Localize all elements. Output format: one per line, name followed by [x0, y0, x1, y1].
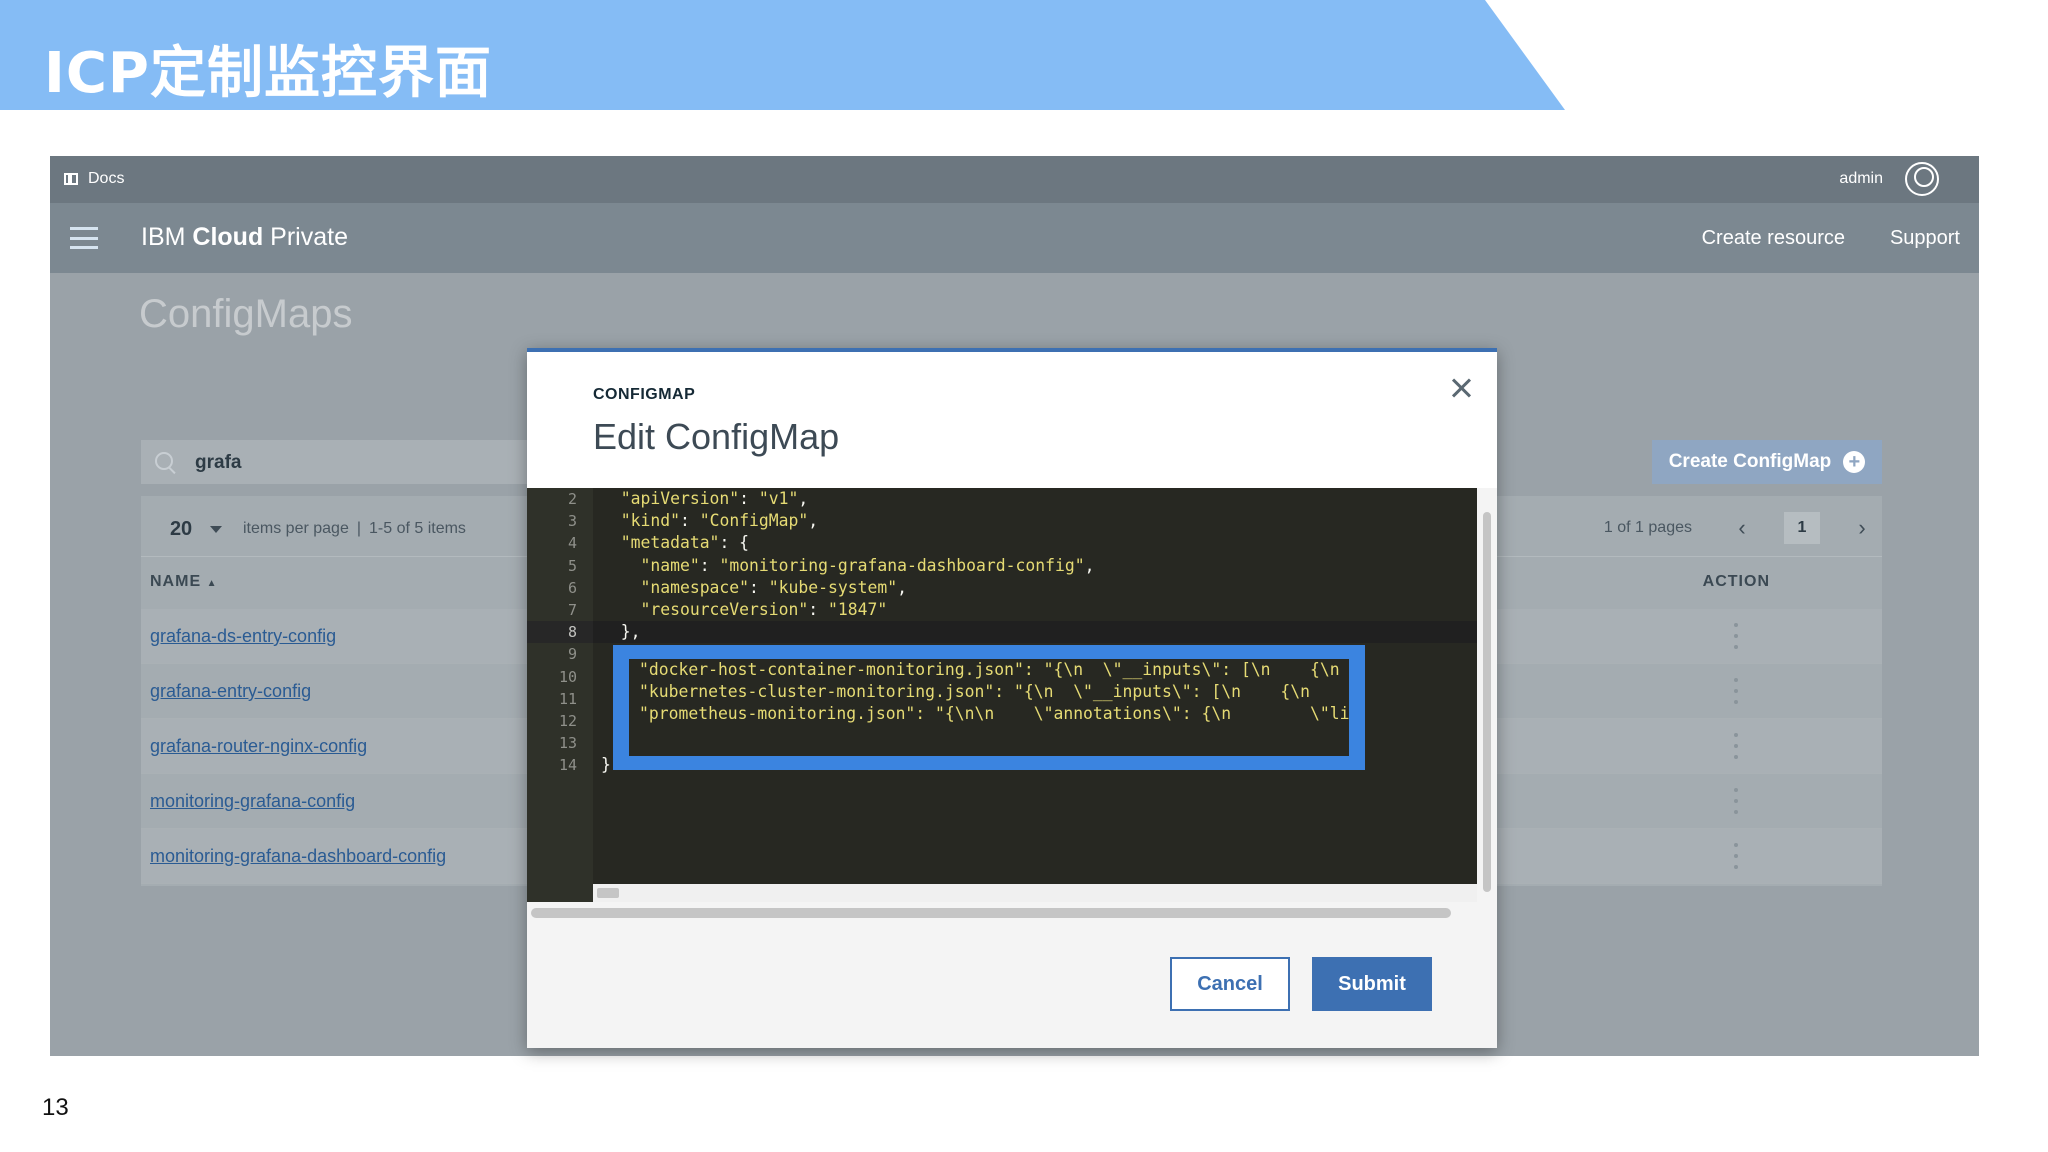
line-number: 2 [567, 490, 577, 508]
create-resource-link[interactable]: Create resource [1702, 227, 1845, 250]
page-title: ConfigMaps [139, 292, 353, 336]
horizontal-scrollbar[interactable] [531, 908, 1451, 918]
pagination-right: 1 of 1 pages ‹ 1 › [1604, 510, 1882, 546]
search-value: grafa [195, 452, 242, 473]
line-number: 7 [567, 600, 577, 619]
slide-title: ICP定制监控界面 [44, 41, 492, 106]
line-number: 4 [567, 534, 577, 553]
cancel-button[interactable]: Cancel [1170, 957, 1290, 1011]
line-number: 14 [558, 756, 577, 775]
line-number: 13 [558, 734, 577, 753]
modal-header: CONFIGMAP Edit ConfigMap [527, 352, 1497, 488]
line-number: 6 [567, 578, 577, 597]
kebab-icon[interactable] [1734, 843, 1738, 869]
items-range: 1-5 of 5 items [369, 520, 466, 537]
column-header-name[interactable]: NAME ▲ [150, 573, 217, 591]
code-line: "name": "monitoring-grafana-dashboard-co… [640, 555, 1095, 575]
kebab-icon[interactable] [1734, 733, 1738, 759]
highlight-callout: "docker-host-container-monitoring.json":… [613, 645, 1365, 770]
pages-label: 1 of 1 pages [1603, 519, 1692, 536]
current-page[interactable]: 1 [1784, 512, 1820, 544]
close-icon[interactable] [1451, 378, 1471, 398]
nav-bar: IBM Cloud Private Create resource Suppor… [50, 203, 1979, 273]
divider: | [356, 520, 361, 537]
search-icon [155, 452, 173, 470]
line-number-gutter: 2 3 4 5 6 7 8 9 10 11 12 13 14 [527, 488, 593, 902]
configmap-link[interactable]: grafana-entry-config [150, 681, 311, 702]
docs-label: Docs [88, 170, 125, 187]
per-page-value: 20 [169, 517, 193, 540]
configmap-link[interactable]: monitoring-grafana-config [150, 791, 355, 812]
chevron-right-icon[interactable]: › [1842, 515, 1882, 541]
modal-title: Edit ConfigMap [593, 416, 840, 457]
brand-logo[interactable]: IBM Cloud Private [141, 223, 348, 252]
line-number: 12 [558, 711, 577, 730]
docs-icon [64, 173, 78, 185]
configmap-link[interactable]: grafana-ds-entry-config [150, 626, 336, 647]
line-number: 3 [567, 512, 577, 531]
highlighted-code: "docker-host-container-monitoring.json":… [629, 659, 1349, 756]
line-number: 11 [558, 689, 577, 708]
user-icon[interactable] [1905, 162, 1939, 196]
sort-up-icon: ▲ [206, 578, 218, 589]
code-line: "resourceVersion": "1847" [640, 599, 888, 619]
docs-link[interactable]: Docs [64, 170, 124, 188]
highlighted-code-line: "kubernetes-cluster-monitoring.json": "{… [639, 682, 1311, 702]
top-bar: Docs admin [50, 156, 1979, 203]
code-line: "apiVersion": "v1", [620, 489, 809, 508]
code-line: "kind": "ConfigMap", [620, 511, 819, 531]
support-link[interactable]: Support [1890, 227, 1960, 250]
highlighted-code-line: "docker-host-container-monitoring.json":… [639, 660, 1340, 679]
plus-icon: + [1843, 451, 1866, 473]
submit-button[interactable]: Submit [1312, 957, 1432, 1011]
code-line: "metadata": { [620, 533, 750, 553]
line-number: 8 [527, 621, 593, 644]
code-line: }, [593, 621, 1477, 644]
line-number: 9 [567, 645, 577, 664]
chevron-left-icon[interactable]: ‹ [1722, 515, 1762, 541]
highlighted-code-line: "prometheus-monitoring.json": "{\n\n \"a… [639, 704, 1349, 724]
user-name[interactable]: admin [1839, 170, 1883, 188]
column-header-action: ACTION [1702, 573, 1770, 590]
chevron-down-icon [210, 525, 223, 533]
search-input[interactable]: grafa [141, 440, 561, 484]
editor-inner-scrollbar[interactable] [593, 884, 1477, 902]
create-configmap-button[interactable]: Create ConfigMap + [1652, 440, 1882, 484]
create-configmap-label: Create ConfigMap [1668, 451, 1832, 472]
items-per-page-label: items per page [243, 520, 349, 537]
slide-page-number: 13 [42, 1094, 69, 1121]
kebab-icon[interactable] [1734, 678, 1738, 704]
modal-label: CONFIGMAP [593, 386, 696, 403]
kebab-icon[interactable] [1734, 623, 1738, 649]
items-per-page-select[interactable]: 20 [161, 512, 231, 546]
line-number: 10 [558, 667, 577, 686]
hamburger-icon[interactable] [70, 227, 98, 249]
configmap-link[interactable]: grafana-router-nginx-config [150, 736, 367, 757]
kebab-icon[interactable] [1734, 788, 1738, 814]
code-line: "namespace": "kube-system", [640, 577, 907, 597]
pagination-left: 20 items per page | 1-5 of 5 items [161, 512, 466, 546]
vertical-scrollbar[interactable] [1477, 488, 1497, 902]
line-number: 5 [567, 556, 577, 575]
configmap-link[interactable]: monitoring-grafana-dashboard-config [150, 846, 446, 867]
